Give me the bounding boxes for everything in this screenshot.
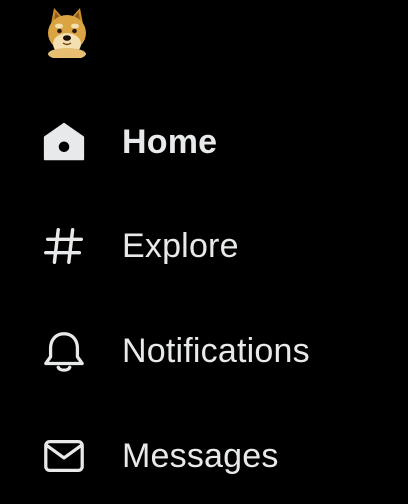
nav-item-label: Explore	[122, 226, 239, 265]
envelope-icon	[40, 432, 88, 480]
doge-icon[interactable]	[42, 6, 92, 58]
nav-item-messages[interactable]: Messages	[40, 426, 279, 486]
nav-item-explore[interactable]: Explore	[40, 216, 239, 276]
nav-item-label: Messages	[122, 436, 279, 475]
hashtag-icon	[40, 222, 88, 270]
bell-icon	[40, 327, 88, 375]
nav-item-notifications[interactable]: Notifications	[40, 321, 310, 381]
nav-item-label: Notifications	[122, 331, 310, 370]
nav-item-home[interactable]: Home	[40, 112, 217, 172]
home-icon	[40, 118, 88, 166]
sidebar-nav: Home Explore Notifications Messages	[0, 0, 408, 504]
nav-item-label: Home	[122, 122, 218, 161]
